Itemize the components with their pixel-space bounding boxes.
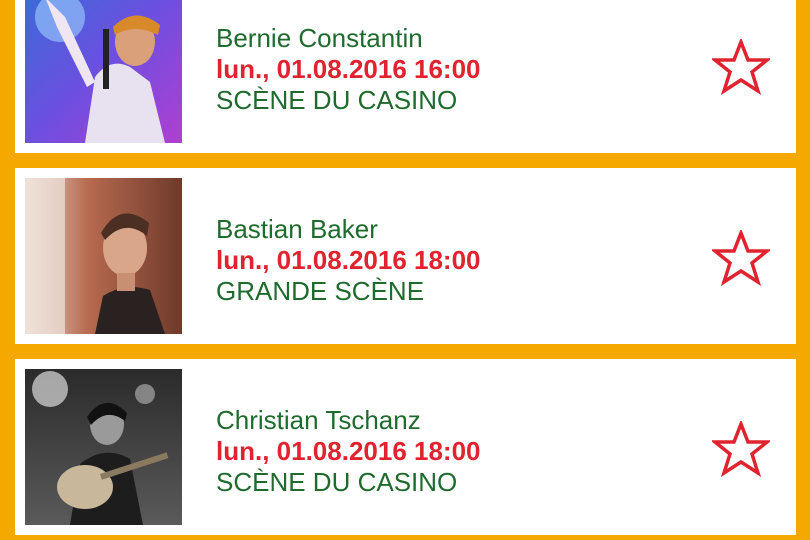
event-datetime: lun., 01.08.2016 18:00 (216, 245, 481, 275)
event-card[interactable]: Bastian Baker lun., 01.08.2016 18:00 GRA… (15, 168, 796, 344)
artist-name: Bastian Baker (216, 214, 378, 244)
favorite-button[interactable] (712, 421, 770, 477)
event-datetime: lun., 01.08.2016 16:00 (216, 54, 481, 84)
event-info: Bastian Baker lun., 01.08.2016 18:00 GRA… (216, 214, 481, 307)
star-outline-icon (712, 39, 770, 95)
favorite-button[interactable] (712, 230, 770, 286)
artist-name: Christian Tschanz (216, 405, 421, 435)
event-datetime: lun., 01.08.2016 18:00 (216, 436, 481, 466)
artist-photo (25, 0, 182, 143)
artist-photo (25, 178, 182, 334)
artist-photo (25, 369, 182, 525)
event-info: Christian Tschanz lun., 01.08.2016 18:00… (216, 405, 481, 498)
star-outline-icon (712, 421, 770, 477)
event-card[interactable]: Bernie Constantin lun., 01.08.2016 16:00… (15, 0, 796, 153)
event-stage: SCÈNE DU CASINO (216, 85, 458, 115)
event-list: Bernie Constantin lun., 01.08.2016 16:00… (15, 0, 796, 540)
event-stage: SCÈNE DU CASINO (216, 467, 458, 497)
favorite-button[interactable] (712, 39, 770, 95)
artist-name: Bernie Constantin (216, 23, 423, 53)
event-card[interactable]: Christian Tschanz lun., 01.08.2016 18:00… (15, 359, 796, 535)
event-info: Bernie Constantin lun., 01.08.2016 16:00… (216, 23, 481, 116)
star-outline-icon (712, 230, 770, 286)
event-stage: GRANDE SCÈNE (216, 276, 425, 306)
